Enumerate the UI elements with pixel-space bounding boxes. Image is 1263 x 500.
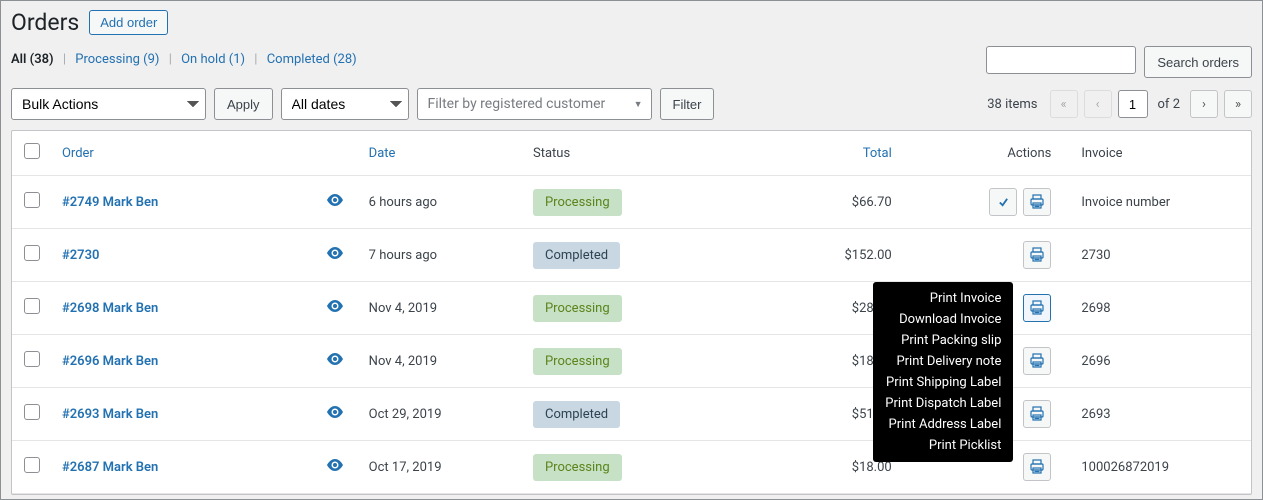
eye-icon[interactable] <box>326 195 344 210</box>
pagination-of: of 2 <box>1158 97 1180 112</box>
page-first-button: « <box>1050 90 1078 118</box>
order-total: $152.00 <box>732 229 921 282</box>
dates-filter-select[interactable]: All dates <box>281 88 409 120</box>
invoice-number: Invoice number <box>1071 176 1251 229</box>
print-order-button[interactable] <box>1023 241 1051 269</box>
order-link[interactable]: #2687 Mark Ben <box>62 460 158 475</box>
print-order-button[interactable] <box>1023 400 1051 428</box>
column-status: Status <box>523 131 732 176</box>
column-total[interactable]: Total <box>732 131 921 176</box>
bulk-actions-select[interactable]: Bulk Actions <box>11 88 206 120</box>
dd-print-dispatch-label[interactable]: Print Dispatch Label <box>873 393 1013 414</box>
row-checkbox[interactable] <box>24 245 40 261</box>
order-date: Oct 17, 2019 <box>359 441 523 494</box>
eye-icon[interactable] <box>326 354 344 369</box>
table-row: #2696 Mark BenNov 4, 2019Processing$18.4… <box>12 335 1251 388</box>
page-current-input[interactable] <box>1118 90 1148 118</box>
eye-icon[interactable] <box>326 407 344 422</box>
status-filter-links: All (38) | Processing (9) | On hold (1) … <box>11 52 357 67</box>
order-date: 7 hours ago <box>359 229 523 282</box>
order-link[interactable]: #2698 Mark Ben <box>62 301 158 316</box>
search-input[interactable] <box>986 46 1136 74</box>
chevron-down-icon: ▼ <box>634 99 643 110</box>
dd-download-invoice[interactable]: Download Invoice <box>873 309 1013 330</box>
filter-button[interactable]: Filter <box>660 88 715 120</box>
invoice-number: 2696 <box>1071 335 1251 388</box>
order-date: Nov 4, 2019 <box>359 335 523 388</box>
row-checkbox[interactable] <box>24 404 40 420</box>
filter-onhold[interactable]: On hold (1) <box>181 52 245 67</box>
order-link[interactable]: #2693 Mark Ben <box>62 407 158 422</box>
column-invoice: Invoice <box>1071 131 1251 176</box>
print-order-button[interactable] <box>1023 294 1051 322</box>
column-order[interactable]: Order <box>52 131 359 176</box>
status-badge: Completed <box>533 242 620 269</box>
order-link[interactable]: #2696 Mark Ben <box>62 354 158 369</box>
dd-print-packing-slip[interactable]: Print Packing slip <box>873 330 1013 351</box>
invoice-number: 2730 <box>1071 229 1251 282</box>
page-last-button[interactable]: » <box>1224 90 1252 118</box>
order-link[interactable]: #2749 Mark Ben <box>62 195 158 210</box>
order-total: $66.70 <box>732 176 921 229</box>
search-orders-button[interactable]: Search orders <box>1144 46 1252 78</box>
table-row: #2730 7 hours ago Completed $152.00 2730 <box>12 229 1251 282</box>
table-row: #2749 Mark Ben 6 hours ago Processing $66.7… <box>12 176 1251 229</box>
add-order-button[interactable]: Add order <box>89 10 168 35</box>
status-badge: Processing <box>533 454 622 481</box>
status-badge: Processing <box>533 348 622 375</box>
order-link[interactable]: #2730 <box>62 248 99 263</box>
status-badge: Completed <box>533 401 620 428</box>
order-date: 6 hours ago <box>359 176 523 229</box>
select-all-checkbox[interactable] <box>24 143 40 159</box>
print-dropdown-menu: Print InvoiceDownload InvoicePrint Packi… <box>873 282 1013 462</box>
filter-processing[interactable]: Processing (9) <box>75 52 159 67</box>
status-badge: Processing <box>533 295 622 322</box>
page-next-button[interactable]: › <box>1190 90 1218 118</box>
order-date: Nov 4, 2019 <box>359 282 523 335</box>
dd-print-picklist[interactable]: Print Picklist <box>873 435 1013 456</box>
filter-all[interactable]: All (38) <box>11 52 54 67</box>
dd-print-address-label[interactable]: Print Address Label <box>873 414 1013 435</box>
eye-icon[interactable] <box>326 460 344 475</box>
filter-completed[interactable]: Completed (28) <box>267 52 357 67</box>
row-checkbox[interactable] <box>24 192 40 208</box>
eye-icon[interactable] <box>326 301 344 316</box>
invoice-number: 2698 <box>1071 282 1251 335</box>
table-row: #2698 Mark BenNov 4, 2019Processing$28.7… <box>12 282 1251 335</box>
customer-filter-select[interactable]: Filter by registered customer ▼ <box>417 88 652 120</box>
print-order-button[interactable] <box>1023 347 1051 375</box>
table-row: #2687 Mark BenOct 17, 2019Processing$18.… <box>12 441 1251 494</box>
column-date[interactable]: Date <box>359 131 523 176</box>
row-checkbox[interactable] <box>24 351 40 367</box>
eye-icon[interactable] <box>326 248 344 263</box>
pagination-count: 38 items <box>987 97 1037 112</box>
dd-print-shipping-label[interactable]: Print Shipping Label <box>873 372 1013 393</box>
complete-order-button[interactable] <box>989 188 1017 216</box>
dd-print-invoice[interactable]: Print Invoice <box>873 288 1013 309</box>
table-row: #2693 Mark BenOct 29, 2019Completed$51.7… <box>12 388 1251 441</box>
invoice-number: 2693 <box>1071 388 1251 441</box>
column-actions: Actions <box>922 131 1072 176</box>
row-checkbox[interactable] <box>24 298 40 314</box>
print-order-button[interactable] <box>1023 453 1051 481</box>
status-badge: Processing <box>533 189 622 216</box>
page-prev-button: ‹ <box>1084 90 1112 118</box>
page-title: Orders <box>11 9 79 36</box>
invoice-number: 100026872019 <box>1071 441 1251 494</box>
print-order-button[interactable] <box>1023 188 1051 216</box>
row-checkbox[interactable] <box>24 457 40 473</box>
dd-print-delivery-note[interactable]: Print Delivery note <box>873 351 1013 372</box>
order-date: Oct 29, 2019 <box>359 388 523 441</box>
apply-bulk-button[interactable]: Apply <box>214 88 273 120</box>
